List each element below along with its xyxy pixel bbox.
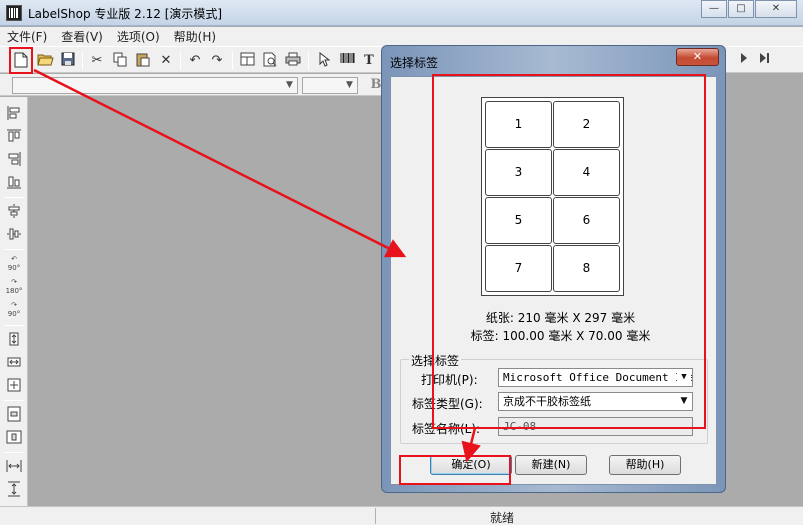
print-preview-icon[interactable] xyxy=(261,52,279,69)
maximize-button[interactable]: □ xyxy=(728,0,754,18)
pointer-icon[interactable] xyxy=(315,51,333,69)
center-on-page-horizontal-icon[interactable] xyxy=(5,429,23,447)
align-top-icon[interactable] xyxy=(5,128,23,146)
center-horizontal-icon[interactable] xyxy=(5,203,23,221)
minimize-button[interactable]: — xyxy=(701,0,727,18)
font-name-combo[interactable]: ▼ xyxy=(12,77,298,94)
barcode-icon[interactable] xyxy=(338,52,356,69)
dialog-title: 选择标签 xyxy=(390,56,439,70)
distribute-vertical-icon[interactable] xyxy=(5,481,23,499)
annotation-box-preview xyxy=(432,74,706,429)
menu-file[interactable]: 文件(F) xyxy=(0,28,54,45)
align-right-icon[interactable] xyxy=(5,151,23,169)
status-divider xyxy=(375,508,376,524)
help-button[interactable]: 帮助(H) xyxy=(609,455,681,475)
close-button[interactable]: ✕ xyxy=(755,0,797,18)
font-size-combo[interactable]: ▼ xyxy=(302,77,358,94)
center-on-page-vertical-icon[interactable] xyxy=(5,406,23,424)
annotation-box-new-file xyxy=(9,47,33,74)
dialog-close-button[interactable]: ✕ xyxy=(676,48,719,66)
window-controls: — □ ✕ xyxy=(700,0,797,18)
distribute-horizontal-icon[interactable] xyxy=(5,458,23,476)
annotation-box-ok xyxy=(399,455,511,485)
menu-view[interactable]: 查看(V) xyxy=(54,28,110,45)
same-height-icon[interactable] xyxy=(5,331,23,349)
page-setup-icon[interactable] xyxy=(238,52,256,69)
paste-icon[interactable] xyxy=(134,52,152,69)
same-size-icon[interactable] xyxy=(5,377,23,395)
title-bar: LabelShop 专业版 2.12 [演示模式] — □ ✕ xyxy=(0,0,803,26)
open-folder-icon[interactable] xyxy=(36,52,54,69)
menubar: 文件(F) 查看(V) 选项(O) 帮助(H) xyxy=(0,27,803,46)
new-button[interactable]: 新建(N) xyxy=(515,455,587,475)
print-icon[interactable] xyxy=(284,52,302,69)
status-text: 就绪 xyxy=(490,511,515,525)
app-title: LabelShop 专业版 2.12 [演示模式] xyxy=(28,7,223,21)
redo-icon[interactable]: ↷ xyxy=(208,52,226,69)
rotate-90-icon[interactable]: ↶ 90° xyxy=(5,255,23,273)
app-logo-icon xyxy=(6,5,22,21)
align-bottom-icon[interactable] xyxy=(5,174,23,192)
save-icon[interactable] xyxy=(59,52,77,69)
align-toolbar: ↶ 90° ↷ 180° ↷ 90° xyxy=(0,97,28,507)
rotate-180-icon[interactable]: ↷ 180° xyxy=(5,278,23,296)
cut-icon[interactable]: ✂ xyxy=(88,52,106,69)
copy-icon[interactable] xyxy=(111,52,129,69)
format-toolbar: ▼ ▼ B xyxy=(0,74,390,96)
text-icon[interactable]: T xyxy=(360,52,378,69)
align-left-icon[interactable] xyxy=(5,105,23,123)
play-next-icon[interactable] xyxy=(735,52,753,69)
menu-help[interactable]: 帮助(H) xyxy=(167,28,223,45)
delete-icon[interactable]: ✕ xyxy=(157,52,175,69)
chevron-down-icon: ▼ xyxy=(286,80,293,90)
undo-icon[interactable]: ↶ xyxy=(186,52,204,69)
skip-last-icon[interactable] xyxy=(756,52,774,69)
same-width-icon[interactable] xyxy=(5,354,23,372)
menu-options[interactable]: 选项(O) xyxy=(110,28,167,45)
chevron-down-icon: ▼ xyxy=(346,80,353,90)
rotate-270-icon[interactable]: ↷ 90° xyxy=(5,301,23,319)
annotation-arrow-to-dialog xyxy=(33,68,407,258)
status-bar: 就绪 xyxy=(0,506,803,525)
center-vertical-icon[interactable] xyxy=(5,226,23,244)
